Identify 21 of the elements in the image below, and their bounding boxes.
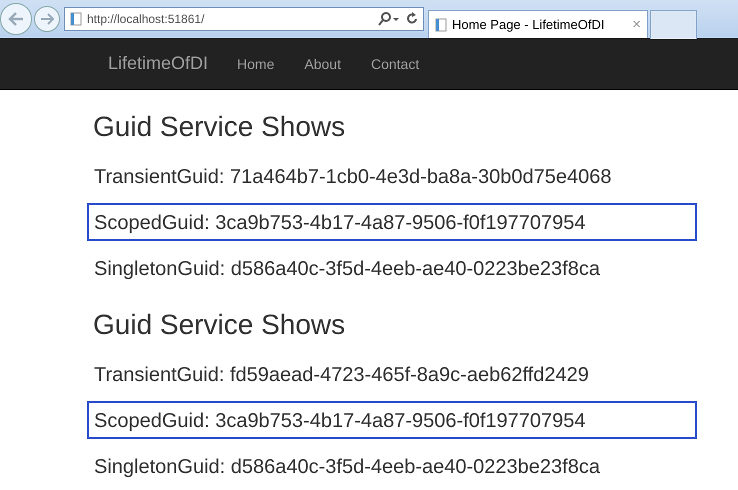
nav-link[interactable]: Home (222, 56, 290, 72)
forward-button[interactable] (34, 6, 60, 32)
back-button[interactable] (0, 3, 32, 35)
new-tab-button[interactable] (650, 10, 697, 38)
guid-line: SingletonGuid: d586a40c-3f5d-4eeb-ae40-0223be23f8ca (93, 257, 601, 282)
nav-link[interactable]: About (289, 56, 356, 72)
nav-link[interactable]: Contact (356, 56, 434, 72)
page-icon (70, 12, 82, 26)
refresh-icon[interactable] (406, 12, 418, 26)
page-icon (435, 18, 447, 32)
address-field[interactable]: http://localhost:51861/ (64, 7, 424, 31)
section-heading: Guid Service Shows (93, 308, 346, 342)
site-brand[interactable]: LifetimeOfDI (93, 53, 208, 74)
search-icon[interactable] (378, 12, 400, 26)
guid-line: SingletonGuid: d586a40c-3f5d-4eeb-ae40-0223be23f8ca (93, 455, 601, 480)
guid-line: TransientGuid: 71a464b7-1cb0-4e3d-ba8a-30b0d75e4068 (93, 165, 612, 190)
left-arrow-icon (7, 11, 25, 27)
guid-line: TransientGuid: fd59aead-4723-465f-8a9c-aeb62ffd2429 (93, 363, 590, 388)
browser-tab[interactable]: Home Page - LifetimeOfDI × (428, 10, 648, 38)
right-arrow-icon (40, 13, 54, 25)
section-heading: Guid Service Shows (93, 110, 346, 144)
